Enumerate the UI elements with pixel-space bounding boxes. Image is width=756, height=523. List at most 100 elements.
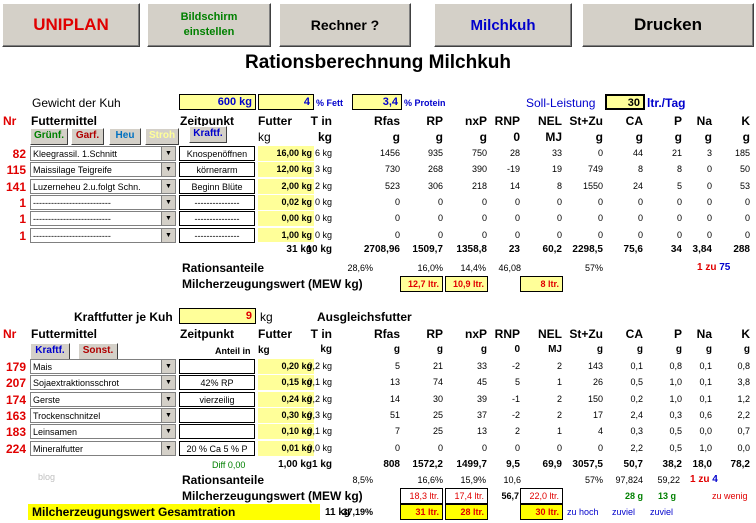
chevron-down-icon: ▼ [161,195,175,209]
futtermittel-value: Gerste [33,394,61,405]
stzu-cell: 4 [597,426,603,437]
rp-cell: 30 [432,393,443,404]
chevron-down-icon: ▼ [161,408,175,422]
protein-label: % Protein [404,98,446,108]
rp-cell: 935 [427,148,443,158]
rp-cell: 25 [432,426,443,437]
zeitpunkt-cell: Beginn Blüte [179,178,255,194]
mew1-v3: 8 ltr. [520,276,563,292]
sum2-tin: 1 kg [311,459,332,470]
table-row: 179 Mais ▼ 0,20 kg 0,2 kg 5 21 33 -2 2 143 0,1 0,8 0,… [0,359,756,375]
tab-kraftf[interactable]: Kraftf. [189,126,227,143]
bildschirm-einstellen-button[interactable]: Bildschirm einstellen [147,3,271,47]
rp-cell: 0 [437,229,443,240]
fett-input[interactable]: 4 [258,94,314,110]
table-row: 1 -------------------------- ▼ ------------… [0,227,756,244]
u2-k-unit: g [743,344,750,355]
table-row: 183 Leinsamen ▼ 0,10 kg 0,1 kg 7 25 13 2 1 4 0,3 0,5… [0,424,756,440]
u1-tin-unit: kg [317,130,332,144]
chevron-down-icon: ▼ [161,179,175,193]
h1-tin-header: T in [310,114,332,128]
u1-ca-unit: g [635,130,643,144]
soll-leistung-input[interactable]: 30 [605,94,645,110]
anteil-unit: Anteil in [215,346,251,356]
zeitpunkt-cell: 20 % Ca 5 % P [179,440,255,456]
h2-tin-header: T in [310,327,332,341]
na-cell: 0,1 [699,393,712,404]
tab-heu[interactable]: Heu [109,128,141,145]
rfas-cell: 7 [394,426,400,437]
futtermittel-select[interactable]: -------------------------- ▼ [30,211,176,227]
tin-cell: 0,1 kg [307,377,332,388]
uniplan-button[interactable]: UNIPLAN [2,3,140,47]
row-nr: 174 [5,392,26,407]
u2-rfas-unit: g [393,344,400,355]
tin-cell: 0 kg [314,196,332,207]
u2-rp-unit: g [436,344,443,355]
ration2-stzu: 57% [584,475,603,485]
futtermittel-select[interactable]: -------------------------- ▼ [30,194,176,210]
tab-stroh[interactable]: Stroh [145,128,179,145]
rfas-cell: 51 [389,409,400,420]
protein-input[interactable]: 3,4 [352,94,402,110]
futtermittel-select[interactable]: -------------------------- ▼ [30,227,176,243]
futtermittel-select[interactable]: Gerste ▼ [30,391,176,407]
futtermittel-value: Mineralfutter [33,443,84,454]
k-cell: 0,7 [737,426,750,437]
futtermittel-select[interactable]: Maissilage Teigreife ▼ [30,162,176,178]
tin-cell: 0 kg [314,213,332,224]
ration2-label: Rationsanteile [182,473,265,487]
mew1-v1: 12,7 ltr. [400,276,443,292]
ca-cell: 0 [637,229,643,240]
futtermittel-select[interactable]: Luzerneheu 2.u.folgt Schn. ▼ [30,178,176,194]
drucken-button[interactable]: Drucken [582,3,754,47]
tab-kraftf-2[interactable]: Kraftf. [30,343,70,360]
ca-cell: 2,2 [630,442,643,453]
soll-leistung-unit: ltr./Tag [647,96,686,110]
k-cell: 0,8 [737,361,750,371]
k-cell: 0 [744,229,750,240]
gesamt-label: Milcherzeugungswert Gesamtration [28,504,320,520]
tab-gruenf[interactable]: Grünf. [30,128,68,145]
chevron-down-icon: ▼ [161,228,175,242]
tab-garf[interactable]: Garf. [71,128,104,145]
futtermittel-select[interactable]: Kleegrassil. 1.Schnitt ▼ [30,146,176,161]
u2-ca-unit: g [636,344,643,355]
ration1-rfas: 28,6% [347,263,373,273]
futtermittel-select[interactable]: Mineralfutter ▼ [30,440,176,456]
futtermittel-select[interactable]: Trockenschnitzel ▼ [30,407,176,423]
k-cell: 0,0 [737,442,750,453]
table-row: 1 -------------------------- ▼ ------------… [0,211,756,227]
ausgleichsfutter-label: Ausgleichsfutter [317,310,412,324]
kraftfutter-input[interactable]: 9 [179,308,256,324]
futtermittel-value: -------------------------- [33,214,111,225]
tin-cell: 0,2 kg [307,393,332,404]
nel-cell: 8 [556,180,562,191]
stzu-cell: 0 [597,196,603,207]
stzu-cell: 0 [597,148,603,158]
nel-cell: 2 [556,393,562,404]
futtermittel-select[interactable]: Mais ▼ [30,359,176,374]
mew2-v3: 22,0 ltr. [520,488,563,504]
gesamt-zuhoch: zu hoch [567,507,599,517]
ration2-rnp: 10,6 [503,475,521,485]
stzu-cell: 0 [597,229,603,240]
table-row: 163 Trockenschnitzel ▼ 0,30 kg 0,3 kg 51 25 37-… [0,407,756,424]
nel-cell: 1 [556,426,562,437]
row-nr: 1 [19,228,26,243]
gewicht-input[interactable]: 600 kg [179,94,256,110]
table-row: 224 Mineralfutter ▼ 20 % Ca 5 % P 0,01 kg 0,0… [0,440,756,457]
ration2-nxp: 15,9% [460,475,486,485]
milchkuh-button[interactable]: Milchkuh [434,3,572,47]
mew1-label: Milcherzeugungswert (MEW kg) [182,277,363,291]
futtermittel-select[interactable]: Leinsamen ▼ [30,424,176,440]
futtermittel-select[interactable]: Sojaextraktionsschrot ▼ [30,375,176,391]
gesamt-zuviel-2: zuviel [650,507,674,517]
na-cell: 3 [706,148,712,158]
tab-sonst[interactable]: Sonst. [78,343,118,360]
u1-nel-unit: MJ [545,130,562,144]
u1-rnp-unit: 0 [513,130,520,144]
table-row: 115 Maissilage Teigreife ▼ körnerarm 12,00 k… [0,162,756,178]
rfas-cell: 13 [389,377,400,388]
rechner-button[interactable]: Rechner ? [279,3,411,47]
